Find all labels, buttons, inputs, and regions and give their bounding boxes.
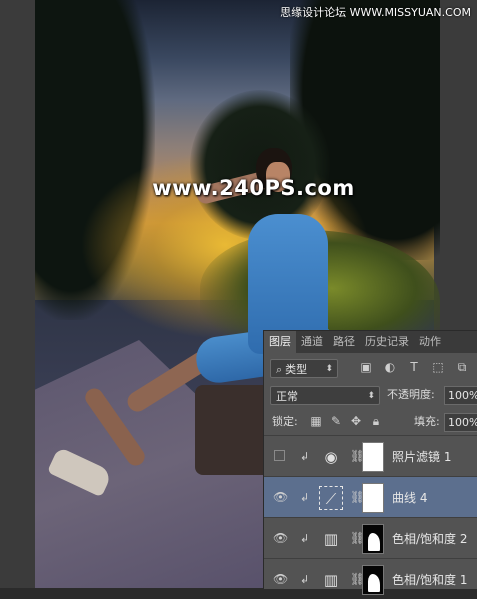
chevron-updown-icon: ⬍ [325, 364, 333, 374]
panel-tabs: 图层 通道 路径 历史记录 动作 [264, 331, 477, 353]
curves-icon: ⟋ [319, 486, 343, 510]
layer-curves-4[interactable]: 👁︎ ↲ ⟋ ⛓ 曲线 4 [264, 476, 477, 517]
filter-kind-dropdown[interactable]: ⌕ 类型 ⬍ [270, 359, 338, 378]
lock-label: 锁定: [272, 415, 298, 428]
filter-kind-label: 类型 [285, 363, 308, 376]
fill-input[interactable]: 100% [444, 413, 477, 432]
clip-arrow-icon: ↲ [300, 450, 310, 463]
blend-mode-label: 正常 [276, 390, 298, 403]
canvas-margin-right [434, 0, 477, 330]
layer-mask-thumbnail[interactable] [362, 442, 384, 472]
layer-photo-filter-1[interactable]: ↲ ◉ ⛓ 照片滤镜 1 [264, 435, 477, 476]
photo-filter-icon: ◉ [324, 448, 338, 466]
layer-mask-thumbnail[interactable] [362, 524, 384, 554]
clip-arrow-icon: ↲ [300, 532, 310, 545]
visibility-toggle-off[interactable] [274, 450, 285, 461]
layer-name: 照片滤镜 1 [392, 450, 452, 464]
tab-history[interactable]: 历史记录 [360, 331, 414, 353]
lock-row: 锁定: ▦ ✎ ✥ 🔒︎ 填充: 100% [264, 411, 477, 433]
layer-hue-saturation-2[interactable]: 👁︎ ↲ ▥ ⛓ 色相/饱和度 2 [264, 517, 477, 558]
lock-pixels-icon[interactable]: ✎ [328, 413, 344, 429]
layer-name: 曲线 4 [392, 491, 428, 505]
blend-mode-dropdown[interactable]: 正常 ⬍ [270, 386, 380, 405]
lock-transparent-icon[interactable]: ▦ [308, 413, 324, 429]
lock-position-icon[interactable]: ✥ [348, 413, 364, 429]
eye-icon[interactable]: 👁︎ [273, 572, 288, 586]
opacity-input[interactable]: 100% [444, 386, 477, 405]
smart-object-filter-icon[interactable]: ⧉ [454, 359, 470, 375]
layer-mask-thumbnail[interactable] [362, 483, 384, 513]
pixel-filter-icon[interactable]: ▣ [358, 359, 374, 375]
site-watermark: 思缘设计论坛 WWW.MISSYUAN.COM [280, 6, 471, 19]
type-filter-icon[interactable]: T [406, 359, 422, 375]
canvas-margin-left [0, 0, 35, 588]
layer-name: 色相/饱和度 1 [392, 573, 468, 587]
filter-row: ⌕ 类型 ⬍ ▣ ◐ T ⬚ ⧉ [264, 357, 477, 379]
tab-channels[interactable]: 通道 [296, 331, 328, 353]
eye-icon[interactable]: 👁︎ [273, 531, 288, 545]
layer-name: 色相/饱和度 2 [392, 532, 468, 546]
tab-layers[interactable]: 图层 [264, 331, 296, 353]
eye-icon[interactable]: 👁︎ [273, 490, 288, 504]
opacity-label: 不透明度: [387, 388, 435, 401]
tab-paths[interactable]: 路径 [328, 331, 360, 353]
shape-filter-icon[interactable]: ⬚ [430, 359, 446, 375]
chevron-updown-icon: ⬍ [367, 391, 375, 401]
lock-all-icon[interactable]: 🔒︎ [368, 413, 384, 429]
blend-row: 正常 ⬍ 不透明度: 100% [264, 384, 477, 406]
layers-panel: 图层 通道 路径 历史记录 动作 ⌕ 类型 ⬍ ▣ ◐ T ⬚ ⧉ 正常 ⬍ 不透… [263, 330, 477, 595]
tab-actions[interactable]: 动作 [414, 331, 446, 353]
layer-mask-thumbnail[interactable] [362, 565, 384, 595]
fill-label: 填充: [414, 415, 440, 428]
hue-saturation-icon: ▥ [323, 571, 339, 589]
search-icon: ⌕ [276, 363, 283, 376]
layer-hue-saturation-1[interactable]: 👁︎ ↲ ▥ ⛓ 色相/饱和度 1 [264, 558, 477, 599]
clip-arrow-icon: ↲ [300, 491, 310, 504]
hue-saturation-icon: ▥ [323, 530, 339, 548]
watermark-url: www.240PS.com [152, 176, 355, 200]
adjustment-filter-icon[interactable]: ◐ [382, 359, 398, 375]
clip-arrow-icon: ↲ [300, 573, 310, 586]
